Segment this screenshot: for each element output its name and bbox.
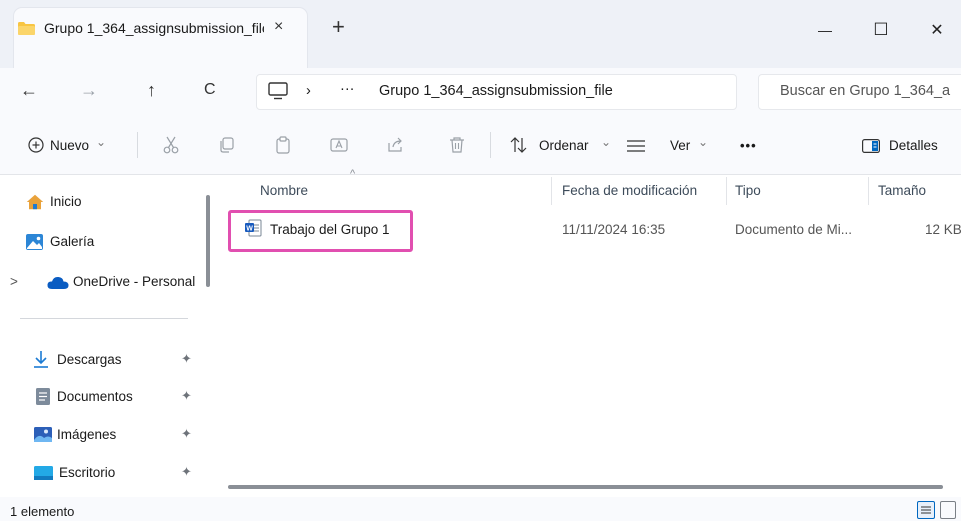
download-icon xyxy=(34,351,48,368)
chevron-down-icon: ⌄ xyxy=(96,135,107,149)
maximize-icon: ☐ xyxy=(873,20,889,39)
column-header-size[interactable]: Tamaño xyxy=(878,183,926,198)
details-pane-button[interactable]: Detalles xyxy=(856,131,961,161)
column-divider[interactable] xyxy=(551,177,552,205)
view-label: Ver xyxy=(670,138,691,153)
breadcrumb-overflow[interactable]: ··· xyxy=(340,81,355,97)
tab-close-button[interactable]: × xyxy=(274,18,283,36)
nav-pane-scrollbar[interactable] xyxy=(206,195,210,287)
sidebar-item-label: Imágenes xyxy=(57,427,117,442)
column-divider[interactable] xyxy=(868,177,869,205)
plus-circle-icon xyxy=(28,137,44,153)
close-icon: ✕ xyxy=(930,22,944,39)
sort-ascending-icon: ^ xyxy=(350,168,356,180)
sort-icon xyxy=(510,137,527,153)
new-tab-button[interactable]: + xyxy=(332,14,345,40)
column-header-type[interactable]: Tipo xyxy=(735,183,761,198)
sidebar-item-onedrive[interactable]: > OneDrive - Personal xyxy=(0,266,205,298)
sidebar-item-label: Documentos xyxy=(57,389,133,404)
chevron-down-icon: ⌄ xyxy=(601,135,612,149)
search-placeholder: Buscar en Grupo 1_364_a xyxy=(780,83,951,99)
sort-button[interactable]: Ordenar ⌄ xyxy=(505,131,611,161)
pin-icon[interactable]: ✦ xyxy=(181,464,192,480)
tab-title: Grupo 1_364_assignsubmission_file xyxy=(44,20,264,36)
sidebar-item-label: Descargas xyxy=(57,352,122,367)
file-modified: 11/11/2024 16:35 xyxy=(562,222,666,237)
tiles-view-button[interactable] xyxy=(940,501,956,519)
file-size: 12 KB xyxy=(925,222,961,237)
divider xyxy=(137,132,138,158)
pictures-icon xyxy=(34,427,52,442)
share-icon[interactable] xyxy=(386,136,404,154)
sidebar-item-imagenes[interactable]: Imágenes ✦ xyxy=(0,419,205,451)
gallery-icon xyxy=(26,234,43,250)
forward-button[interactable]: → xyxy=(80,80,98,101)
back-button[interactable]: ← xyxy=(20,80,38,101)
details-label: Detalles xyxy=(889,138,938,153)
maximize-button[interactable]: ☐ xyxy=(858,10,904,50)
copy-icon[interactable] xyxy=(218,136,236,154)
rename-icon[interactable] xyxy=(330,136,348,154)
file-type: Documento de Mi... xyxy=(735,222,853,237)
sidebar-item-descargas[interactable]: Descargas ✦ xyxy=(0,344,205,376)
more-options-button[interactable]: ••• xyxy=(740,138,757,153)
view-lines-icon xyxy=(627,140,645,152)
delete-icon[interactable] xyxy=(448,136,466,154)
divider xyxy=(490,132,491,158)
sidebar-item-label: Escritorio xyxy=(59,465,116,480)
column-header-modified[interactable]: Fecha de modificación xyxy=(562,183,697,198)
close-window-button[interactable]: ✕ xyxy=(914,10,960,50)
desktop-icon xyxy=(34,466,53,480)
paste-icon[interactable] xyxy=(274,136,292,154)
chevron-right-icon[interactable]: > xyxy=(10,274,18,289)
up-button[interactable]: ↑ xyxy=(147,80,156,101)
command-bar xyxy=(0,114,961,175)
folder-icon xyxy=(18,22,35,35)
pin-icon[interactable]: ✦ xyxy=(181,351,192,367)
details-view-icon xyxy=(921,506,931,514)
details-pane-icon xyxy=(862,139,880,153)
sort-label: Ordenar xyxy=(539,138,589,153)
status-bar xyxy=(0,497,961,521)
sidebar-item-inicio[interactable]: Inicio xyxy=(0,186,205,218)
refresh-button[interactable]: C xyxy=(204,81,216,99)
chevron-down-icon: ⌄ xyxy=(698,135,709,149)
breadcrumb-chevron[interactable]: › xyxy=(306,83,311,99)
this-pc-icon[interactable] xyxy=(268,82,288,100)
home-icon xyxy=(26,194,44,210)
pin-icon[interactable]: ✦ xyxy=(181,388,192,404)
new-label: Nuevo xyxy=(50,138,90,153)
tab-current-folder[interactable] xyxy=(14,8,307,68)
minimize-button[interactable]: — xyxy=(802,10,848,50)
sidebar-divider xyxy=(20,318,188,319)
column-header-name[interactable]: Nombre xyxy=(260,183,308,198)
file-list-scrollbar[interactable] xyxy=(228,485,943,489)
cloud-icon xyxy=(47,276,69,289)
sidebar-item-documentos[interactable]: Documentos ✦ xyxy=(0,381,205,413)
selection-highlight xyxy=(228,210,413,252)
sidebar-item-galeria[interactable]: Galería xyxy=(0,226,205,258)
minimize-icon: — xyxy=(818,22,832,38)
new-button[interactable]: Nuevo ⌄ xyxy=(12,131,132,161)
pin-icon[interactable]: ✦ xyxy=(181,426,192,442)
sidebar-item-label: Inicio xyxy=(50,194,82,209)
item-count: 1 elemento xyxy=(10,504,75,519)
details-view-button[interactable] xyxy=(917,501,935,519)
sidebar-item-escritorio[interactable]: Escritorio ✦ xyxy=(0,457,205,489)
sidebar-item-label: Galería xyxy=(50,234,95,249)
cut-icon[interactable] xyxy=(162,136,180,154)
view-button[interactable]: Ver ⌄ xyxy=(620,131,715,161)
column-divider[interactable] xyxy=(726,177,727,205)
documents-icon xyxy=(36,388,50,405)
breadcrumb-current-folder[interactable]: Grupo 1_364_assignsubmission_file xyxy=(379,83,613,99)
sidebar-item-label: OneDrive - Personal xyxy=(73,274,196,289)
